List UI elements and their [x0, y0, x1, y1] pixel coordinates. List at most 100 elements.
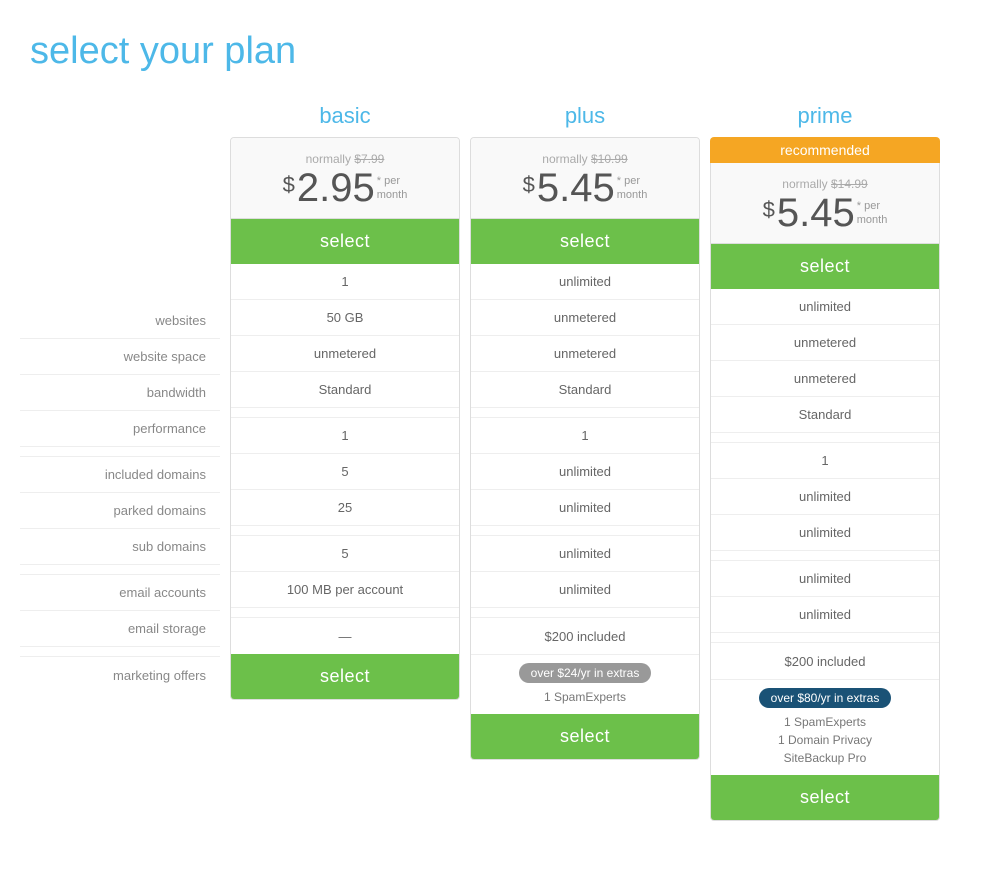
prime-extras-item-2: SiteBackup Pro — [717, 749, 933, 767]
plus-spacer-1 — [471, 408, 699, 418]
prime-extras-item-0: 1 SpamExperts — [717, 713, 933, 731]
plan-plus-select-bottom[interactable]: select — [471, 714, 699, 759]
plus-row-email-storage: unlimited — [471, 572, 699, 608]
plus-row-bandwidth: unmetered — [471, 336, 699, 372]
plan-plus-header: plus — [470, 103, 700, 129]
plan-plus-original-price: $10.99 — [591, 152, 628, 166]
prime-row-included-domains: 1 — [711, 443, 939, 479]
plan-basic-box: normally $7.99 $ 2.95 * permonth select … — [230, 137, 460, 700]
plan-prime-header: prime — [710, 103, 940, 129]
plus-row-marketing: $200 included — [471, 618, 699, 654]
prime-row-parked-domains: unlimited — [711, 479, 939, 515]
feature-spacer-1 — [20, 447, 220, 457]
plus-row-included-domains: 1 — [471, 418, 699, 454]
plus-row-parked-domains: unlimited — [471, 454, 699, 490]
basic-row-bandwidth: unmetered — [231, 336, 459, 372]
basic-row-website-space: 50 GB — [231, 300, 459, 336]
plan-plus-dollar: $ — [523, 172, 535, 198]
plus-row-website-space: unmetered — [471, 300, 699, 336]
plan-prime-recommended: recommended — [710, 137, 940, 163]
plan-prime-extras-badge: over $80/yr in extras — [759, 688, 892, 708]
prime-row-email-accounts: unlimited — [711, 561, 939, 597]
plan-basic: basic normally $7.99 $ 2.95 * permonth s… — [230, 103, 460, 700]
plan-plus-price-main: $ 5.45 * permonth — [481, 168, 689, 208]
prime-row-website-space: unmetered — [711, 325, 939, 361]
plan-plus-per-month: * permonth — [617, 174, 648, 203]
basic-row-email-storage: 100 MB per account — [231, 572, 459, 608]
plan-prime-price-value: 5.45 — [777, 193, 855, 233]
plan-plus-price-area: normally $10.99 $ 5.45 * permonth — [471, 138, 699, 219]
plan-prime-normally: normally $14.99 — [721, 177, 929, 191]
plan-prime-select-top[interactable]: select — [711, 244, 939, 289]
plan-prime-per-month: * permonth — [857, 199, 888, 228]
plan-prime-select-bottom[interactable]: select — [711, 775, 939, 820]
plan-plus-data-rows: unlimited unmetered unmetered Standard 1… — [471, 264, 699, 654]
plan-basic-normally: normally $7.99 — [241, 152, 449, 166]
plus-extras-item-0: 1 SpamExperts — [477, 688, 693, 706]
plans-container: websites website space bandwidth perform… — [20, 103, 961, 821]
plan-prime-extras: over $80/yr in extras 1 SpamExperts 1 Do… — [711, 679, 939, 775]
prime-spacer-1 — [711, 433, 939, 443]
plan-plus-select-top[interactable]: select — [471, 219, 699, 264]
plus-row-websites: unlimited — [471, 264, 699, 300]
plus-row-email-accounts: unlimited — [471, 536, 699, 572]
basic-row-email-accounts: 5 — [231, 536, 459, 572]
feature-email-storage: email storage — [20, 611, 220, 647]
feature-performance: performance — [20, 411, 220, 447]
plan-plus-extras-badge: over $24/yr in extras — [519, 663, 652, 683]
plan-prime-dollar: $ — [763, 197, 775, 223]
feature-parked-domains: parked domains — [20, 493, 220, 529]
basic-row-marketing: — — [231, 618, 459, 654]
plus-spacer-2 — [471, 526, 699, 536]
prime-spacer-2 — [711, 551, 939, 561]
plan-plus-normally: normally $10.99 — [481, 152, 689, 166]
plan-plus-box: normally $10.99 $ 5.45 * permonth select… — [470, 137, 700, 760]
feature-spacer-2 — [20, 565, 220, 575]
feature-marketing-offers: marketing offers — [20, 657, 220, 693]
plan-plus-extras: over $24/yr in extras 1 SpamExperts — [471, 654, 699, 714]
plan-basic-header: basic — [230, 103, 460, 129]
plan-basic-original-price: $7.99 — [354, 152, 384, 166]
feature-spacer-3 — [20, 647, 220, 657]
feature-sub-domains: sub domains — [20, 529, 220, 565]
prime-row-email-storage: unlimited — [711, 597, 939, 633]
basic-spacer-3 — [231, 608, 459, 618]
plan-plus: plus normally $10.99 $ 5.45 * permonth s… — [470, 103, 700, 760]
plan-plus-price-value: 5.45 — [537, 168, 615, 208]
basic-row-parked-domains: 5 — [231, 454, 459, 490]
prime-row-sub-domains: unlimited — [711, 515, 939, 551]
feature-bandwidth: bandwidth — [20, 375, 220, 411]
feature-websites: websites — [20, 303, 220, 339]
plan-prime-data-rows: unlimited unmetered unmetered Standard 1… — [711, 289, 939, 679]
plan-prime-price-area: normally $14.99 $ 5.45 * permonth — [711, 163, 939, 244]
basic-row-included-domains: 1 — [231, 418, 459, 454]
plan-plus-name: plus — [470, 103, 700, 129]
plan-prime-name: prime — [710, 103, 940, 129]
plan-basic-price-value: 2.95 — [297, 168, 375, 208]
plan-prime-price-main: $ 5.45 * permonth — [721, 193, 929, 233]
prime-spacer-3 — [711, 633, 939, 643]
plan-basic-price-main: $ 2.95 * permonth — [241, 168, 449, 208]
basic-spacer-1 — [231, 408, 459, 418]
plus-spacer-3 — [471, 608, 699, 618]
prime-row-websites: unlimited — [711, 289, 939, 325]
plan-prime-box: normally $14.99 $ 5.45 * permonth select… — [710, 163, 940, 821]
plan-basic-data-rows: 1 50 GB unmetered Standard 1 5 25 5 100 … — [231, 264, 459, 654]
prime-row-performance: Standard — [711, 397, 939, 433]
plan-basic-dollar: $ — [283, 172, 295, 198]
prime-extras-item-1: 1 Domain Privacy — [717, 731, 933, 749]
basic-spacer-2 — [231, 526, 459, 536]
features-column: websites website space bandwidth perform… — [20, 103, 220, 693]
plan-prime: prime recommended normally $14.99 $ 5.45… — [710, 103, 940, 821]
plan-prime-original-price: $14.99 — [831, 177, 868, 191]
plus-row-performance: Standard — [471, 372, 699, 408]
plan-basic-select-bottom[interactable]: select — [231, 654, 459, 699]
plan-basic-name: basic — [230, 103, 460, 129]
plus-row-sub-domains: unlimited — [471, 490, 699, 526]
basic-row-websites: 1 — [231, 264, 459, 300]
feature-included-domains: included domains — [20, 457, 220, 493]
prime-row-bandwidth: unmetered — [711, 361, 939, 397]
plan-basic-per-month: * permonth — [377, 174, 408, 203]
basic-row-sub-domains: 25 — [231, 490, 459, 526]
plan-basic-select-top[interactable]: select — [231, 219, 459, 264]
